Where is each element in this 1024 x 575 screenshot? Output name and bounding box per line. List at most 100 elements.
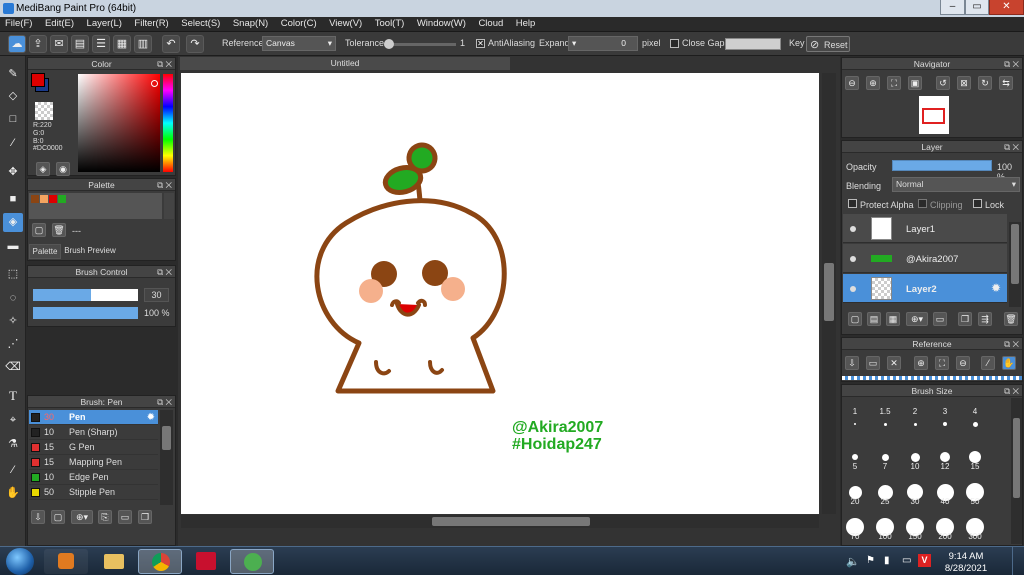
brush-import-icon[interactable]: ⇩ bbox=[31, 510, 45, 524]
taskbar-media-player[interactable] bbox=[44, 549, 88, 574]
scrollbar-thumb[interactable] bbox=[162, 426, 171, 450]
open-folder-icon[interactable]: ▭ bbox=[866, 356, 880, 370]
show-desktop-button[interactable] bbox=[1012, 547, 1024, 575]
close-gaps-checkbox[interactable] bbox=[670, 39, 679, 48]
menu-file[interactable]: File(F) bbox=[0, 17, 37, 29]
scrollbar-thumb[interactable] bbox=[1013, 418, 1020, 498]
hue-slider[interactable] bbox=[163, 74, 173, 172]
menu-view[interactable]: View(V) bbox=[324, 17, 367, 29]
brush-size-option[interactable] bbox=[903, 399, 929, 433]
rotate-right-icon[interactable]: ↻ bbox=[978, 76, 992, 90]
visibility-icon[interactable] bbox=[850, 286, 856, 292]
menu-color[interactable]: Color(C) bbox=[276, 17, 322, 29]
panel-pin-close-icon[interactable]: ⧉ ✕ bbox=[1004, 385, 1019, 397]
document-tab[interactable]: Untitled bbox=[180, 57, 510, 70]
canvas-vertical-scrollbar[interactable] bbox=[822, 73, 836, 514]
brush-new-icon[interactable]: ▢ bbox=[51, 510, 65, 524]
palette-swatch[interactable] bbox=[40, 195, 48, 203]
brush-item-stipple-pen[interactable]: 50 Stipple Pen bbox=[29, 485, 158, 500]
start-button[interactable] bbox=[6, 548, 34, 575]
flip-icon[interactable]: ⇆ bbox=[999, 76, 1013, 90]
tolerance-slider-knob[interactable] bbox=[384, 39, 394, 49]
delete-palette-icon[interactable]: 🗑 bbox=[52, 223, 66, 237]
rotate-left-icon[interactable]: ↺ bbox=[936, 76, 950, 90]
brush-item-edge-pen[interactable]: 10 Edge Pen bbox=[29, 470, 158, 485]
new-halftone-layer-icon[interactable]: ▤ bbox=[867, 312, 881, 326]
brush-item-mapping-pen[interactable]: 15 Mapping Pen bbox=[29, 455, 158, 470]
magic-wand-tool-icon[interactable]: ✧ bbox=[3, 312, 23, 331]
redo-icon[interactable]: ↷ bbox=[186, 35, 204, 53]
brush-opacity-slider[interactable] bbox=[33, 307, 138, 319]
brush-duplicate-icon[interactable]: ❐ bbox=[138, 510, 152, 524]
canvas-horizontal-scrollbar[interactable] bbox=[181, 515, 819, 528]
zoom-in-icon[interactable]: ⊕ bbox=[914, 356, 928, 370]
zoom-out-icon[interactable]: ⊖ bbox=[845, 76, 859, 90]
zoom-in-icon[interactable]: ⊕ bbox=[866, 76, 880, 90]
select-rect-tool-icon[interactable]: ⬚ bbox=[3, 265, 23, 284]
blending-select[interactable]: Normal ▾ bbox=[892, 177, 1020, 192]
new-layer-icon[interactable]: ▢ bbox=[848, 312, 862, 326]
new-8bit-layer-icon[interactable]: ▦ bbox=[886, 312, 900, 326]
brush-size-option[interactable] bbox=[933, 399, 959, 433]
share-icon[interactable]: ⇪ bbox=[29, 35, 47, 53]
color-picker-cursor[interactable] bbox=[151, 80, 158, 87]
palette-scrollbar[interactable] bbox=[164, 193, 174, 219]
fill-shape-tool-icon[interactable]: ■ bbox=[3, 190, 23, 209]
layout-icon[interactable]: ▥ bbox=[134, 35, 152, 53]
panel-pin-close-icon[interactable]: ⧉ ✕ bbox=[1004, 58, 1019, 70]
panel-pin-close-icon[interactable]: ⧉ ✕ bbox=[157, 179, 172, 191]
panel-pin-close-icon[interactable]: ⧉ ✕ bbox=[1004, 338, 1019, 350]
brush-size-value[interactable]: 30 bbox=[144, 288, 169, 302]
fit-icon[interactable]: ⛶ bbox=[935, 356, 949, 370]
battery-icon[interactable]: ▭ bbox=[902, 555, 911, 566]
move-tool-icon[interactable]: ✥ bbox=[3, 163, 23, 182]
flag-icon[interactable]: ⚑ bbox=[866, 555, 875, 566]
antivirus-icon[interactable]: V bbox=[918, 554, 931, 567]
clipping-checkbox[interactable] bbox=[918, 199, 927, 208]
brush-size-slider[interactable] bbox=[33, 289, 138, 301]
taskbar-chrome[interactable] bbox=[138, 549, 182, 574]
dropper-tool-icon[interactable]: ⚗ bbox=[3, 435, 23, 454]
primary-color-swatch[interactable] bbox=[31, 73, 45, 87]
text-tool-icon[interactable]: T bbox=[3, 387, 23, 406]
lock-checkbox[interactable] bbox=[973, 199, 982, 208]
speaker-icon[interactable]: 🔈 bbox=[846, 555, 860, 568]
brush-copy-icon[interactable]: ⎘ bbox=[98, 510, 112, 524]
close-gaps-field[interactable] bbox=[725, 38, 781, 50]
clock-time[interactable]: 9:14 AM bbox=[942, 551, 990, 562]
scrollbar-thumb[interactable] bbox=[432, 517, 590, 526]
gradient-tool-icon[interactable]: ▬ bbox=[3, 237, 23, 256]
layer-scrollbar[interactable] bbox=[1009, 222, 1021, 307]
brush-folder-icon[interactable]: ▭ bbox=[118, 510, 132, 524]
duplicate-layer-icon[interactable]: ❐ bbox=[958, 312, 972, 326]
brush-item-pen-sharp[interactable]: 10 Pen (Sharp) bbox=[29, 425, 158, 440]
brush-add-icon[interactable]: ⊕▾ bbox=[71, 510, 93, 524]
drawing-canvas[interactable]: @Akira2007 #Hoidap247 bbox=[181, 73, 819, 514]
color-add-icon[interactable]: ◉ bbox=[56, 162, 70, 176]
lasso-tool-icon[interactable]: ◌ bbox=[3, 289, 23, 308]
transparent-color-swatch[interactable] bbox=[35, 102, 53, 120]
panel-pin-close-icon[interactable]: ⧉ ✕ bbox=[157, 58, 172, 70]
brush-size-option[interactable] bbox=[843, 399, 869, 433]
menu-edit[interactable]: Edit(E) bbox=[40, 17, 79, 29]
layer-row[interactable]: Layer1 bbox=[843, 214, 1007, 243]
taskbar-paint-app[interactable] bbox=[184, 549, 228, 574]
comment-icon[interactable]: ✉ bbox=[50, 35, 68, 53]
eraser-tool-icon[interactable]: ◇ bbox=[3, 87, 23, 106]
cloud-download-icon[interactable]: ⇩ bbox=[845, 356, 859, 370]
undo-icon[interactable]: ↶ bbox=[162, 35, 180, 53]
cloud-icon[interactable]: ☁ bbox=[8, 35, 26, 53]
eyedropper-tool-icon[interactable]: ⁄ bbox=[3, 461, 23, 480]
close-reference-icon[interactable]: ✕ bbox=[887, 356, 901, 370]
brush-size-option[interactable] bbox=[963, 399, 989, 433]
doc-list-icon[interactable]: ☰ bbox=[92, 35, 110, 53]
tolerance-slider[interactable] bbox=[384, 43, 456, 46]
panel-pin-close-icon[interactable]: ⧉ ✕ bbox=[157, 266, 172, 278]
brush-tool-icon[interactable]: ✎ bbox=[3, 65, 23, 84]
grid-icon[interactable]: ▦ bbox=[113, 35, 131, 53]
actual-size-icon[interactable]: ▣ bbox=[908, 76, 922, 90]
tab-brush-preview[interactable]: Brush Preview bbox=[61, 244, 119, 259]
layer-opacity-slider[interactable] bbox=[892, 160, 992, 171]
operation-tool-icon[interactable]: ⌖ bbox=[3, 411, 23, 430]
zoom-out-icon[interactable]: ⊖ bbox=[956, 356, 970, 370]
